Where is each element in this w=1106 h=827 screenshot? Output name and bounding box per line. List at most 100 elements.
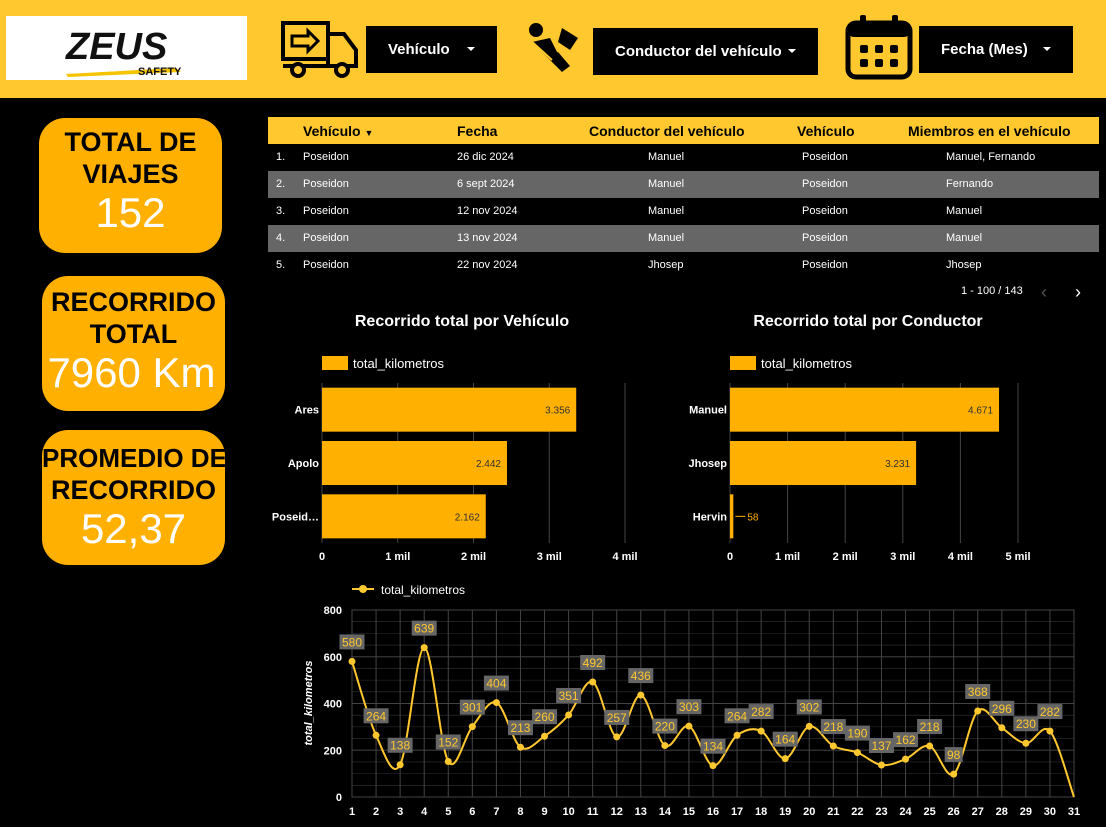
fecha-filter-dropdown[interactable]: Fecha (Mes) [919,26,1073,73]
calendar-icon [845,15,913,80]
data-point [805,722,813,730]
category-label: Ares [295,405,319,417]
x-tick-label: 22 [851,806,863,818]
data-point [829,742,837,750]
category-label: Poseid… [272,511,319,523]
table-cell-conductor: Manuel [648,178,685,190]
kpi-label: VIAJES [82,159,179,189]
kpi-recorrido-total: RECORRIDO TOTAL 7960 Km [42,276,225,411]
y-tick-label: 600 [324,652,342,664]
data-label: 162 [896,733,916,747]
chart-recorrido-por-vehiculo: Recorrido total por Vehículo total_kilome… [272,313,638,563]
y-tick-label: 0 [336,792,342,804]
data-point [853,749,861,757]
table-row[interactable]: 5. Poseidon 22 nov 2024 Jhosep Poseidon Jhose… [268,252,1099,279]
bar [730,387,1000,432]
legend-marker [359,585,367,593]
x-tick-label: 18 [755,806,767,818]
col-header-miembros[interactable]: Miembros en el vehículo [908,123,1071,139]
col-header-vehiculo-2[interactable]: Vehículo [797,123,855,139]
logo-graphic: ZEUS SAFETY [65,26,182,78]
x-tick-label: 15 [683,806,695,818]
kpi-label: TOTAL DE [64,127,197,157]
data-point [661,742,669,750]
category-label: Jhosep [688,458,727,470]
header-bar: ZEUS SAFETY Vehículo Conductor del vehíc… [0,0,1106,98]
table-cell-conductor: Jhosep [648,259,684,271]
x-tick-label: 5 [445,806,451,818]
data-label: 2.162 [455,512,480,523]
x-tick-label: 26 [948,806,960,818]
driver-seatbelt-icon [529,23,578,72]
data-point [541,732,549,740]
chevron-down-icon [467,47,475,51]
data-label: 58 [747,512,759,523]
bar [730,494,734,539]
chart-recorrido-por-dia: total_kilometros02004006008001 2 3 4 5 6 7 8 9 10… [303,583,1080,827]
x-tick-label: 30 [1044,806,1056,818]
data-point [516,743,524,751]
conductor-filter-dropdown[interactable]: Conductor del vehículo [593,28,818,75]
x-tick-label: 13 [635,806,647,818]
data-label: 2.442 [476,459,501,470]
table-cell-fecha: 13 nov 2024 [457,232,518,244]
data-label: 404 [486,677,506,691]
data-label: 351 [559,689,579,703]
data-point [637,691,645,699]
x-tick-label: 6 [469,806,475,818]
table-row[interactable]: 3. Poseidon 12 nov 2024 Manuel Poseidon Manue… [268,198,1099,225]
x-tick-label: 10 [562,806,574,818]
data-label: 264 [727,709,747,723]
x-tick-label: 3 mil [890,551,915,563]
data-point [1046,727,1054,735]
col-header-conductor[interactable]: Conductor del vehículo [589,123,745,139]
x-tick-label: 20 [803,806,815,818]
x-tick-label: 21 [827,806,839,818]
data-point [709,762,717,770]
kpi-label: PROMEDIO DE [42,443,227,473]
data-point [685,722,693,730]
table-cell-miembros: Jhosep [946,259,982,271]
table-cell-fecha: 12 nov 2024 [457,205,518,217]
data-label: 218 [920,720,940,734]
data-point [733,731,741,739]
table-cell-fecha: 6 sept 2024 [457,178,515,190]
data-point [998,724,1006,732]
y-tick-label: 800 [324,605,342,617]
chart-title: Recorrido total por Conductor [753,313,982,330]
table-cell-vehiculo2: Poseidon [802,232,848,244]
col-header-vehiculo[interactable]: Vehículo ▼ [303,123,373,139]
x-tick-label: 11 [587,806,599,818]
data-point [348,657,356,665]
data-label: 436 [631,669,651,683]
col-header-fecha[interactable]: Fecha [457,123,497,139]
table-cell-miembros: Manuel, Fernando [946,151,1036,163]
bar [322,387,577,432]
truck-icon [281,21,358,78]
table-row[interactable]: 4. Poseidon 13 nov 2024 Manuel Poseidon Manue… [268,225,1099,252]
table-row[interactable]: 2. Poseidon 6 sept 2024 Manuel Poseidon Ferna… [268,171,1099,198]
x-tick-label: 23 [875,806,887,818]
chevron-left-icon[interactable]: ‹ [1041,282,1047,303]
data-label: 164 [775,733,795,747]
x-tick-label: 17 [731,806,743,818]
chevron-down-icon [788,49,796,53]
chart-recorrido-por-conductor: Recorrido total por Conductor total_kilom… [688,313,1030,563]
data-point [926,742,934,750]
kpi-value: 7960 Km [47,349,216,396]
x-tick-label: 1 mil [775,551,800,563]
x-tick-label: 27 [972,806,984,818]
data-point [420,644,428,652]
table-cell-n: 1. [276,151,286,163]
x-tick-label: 0 [727,551,733,563]
data-label: 580 [342,635,362,649]
data-label: 138 [390,739,410,753]
kpi-label: TOTAL [89,319,178,349]
data-label: 368 [968,685,988,699]
table-cell-vehiculo: Poseidon [303,178,349,190]
data-point [565,711,573,719]
table-row[interactable]: 1. Poseidon 26 dic 2024 Manuel Poseidon Manue… [268,144,1099,171]
x-tick-label: 29 [1020,806,1032,818]
chevron-right-icon[interactable]: › [1075,282,1081,303]
vehiculo-filter-dropdown[interactable]: Vehículo [366,26,497,73]
